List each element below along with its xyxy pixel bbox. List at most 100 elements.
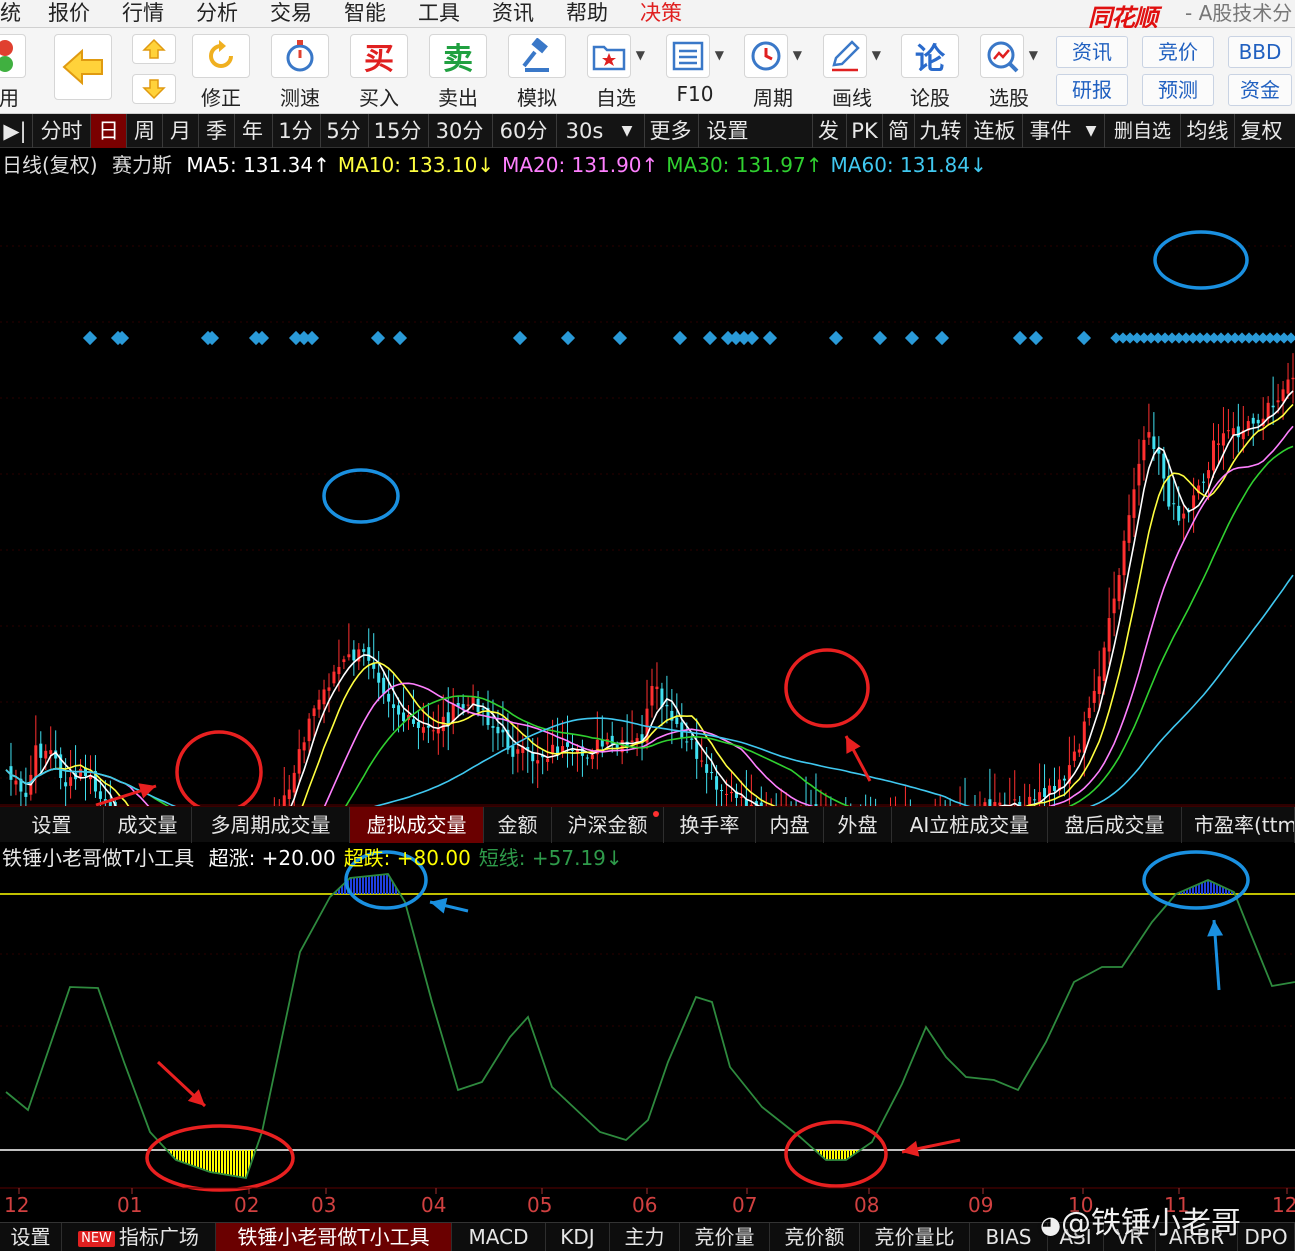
bottomtab-dpo[interactable]: DPO bbox=[1238, 1223, 1295, 1251]
toolbar-apps-button[interactable]: 用 bbox=[0, 32, 30, 110]
bidding-button[interactable]: 竞价 bbox=[1142, 36, 1214, 68]
period-month[interactable]: 月 bbox=[162, 114, 198, 148]
period-15min[interactable]: 15分 bbox=[368, 114, 426, 148]
period-1min[interactable]: 1分 bbox=[272, 114, 318, 148]
menu-bar: 统 报价 行情 分析 交易 智能 工具 资讯 帮助 决策 同花顺 - A股技术分 bbox=[0, 0, 1295, 32]
candle-body bbox=[685, 741, 689, 743]
subtab-multi-period-volume[interactable]: 多周期成交量 bbox=[192, 807, 350, 843]
period-more[interactable]: 更多 bbox=[644, 114, 696, 148]
toolbar-buy-button[interactable]: 买 买入 bbox=[346, 32, 412, 110]
bottomtab-settings[interactable]: 设置 bbox=[0, 1223, 62, 1251]
tool-limit-up[interactable]: 连板 bbox=[966, 114, 1022, 148]
chevron-down-icon[interactable]: ▼ bbox=[1078, 114, 1104, 148]
period-settings[interactable]: 设置 bbox=[698, 114, 756, 148]
forecast-button[interactable]: 预测 bbox=[1142, 74, 1214, 106]
red-circle-annotation bbox=[175, 730, 263, 806]
bottomtab-auction-volume[interactable]: 竞价量 bbox=[680, 1223, 770, 1251]
chevron-down-icon[interactable]: ▼ bbox=[715, 48, 724, 62]
tool-events[interactable]: 事件 bbox=[1022, 114, 1078, 148]
candle-body bbox=[1102, 647, 1106, 682]
chevron-down-icon[interactable]: ▼ bbox=[612, 114, 642, 148]
menu-system[interactable]: 统 bbox=[0, 0, 21, 28]
candle-body bbox=[1122, 540, 1126, 576]
period-60min[interactable]: 60分 bbox=[492, 114, 554, 148]
tool-pk[interactable]: PK bbox=[846, 114, 882, 148]
period-30s[interactable]: 30s bbox=[556, 114, 612, 148]
period-day[interactable]: 日 bbox=[90, 114, 126, 148]
subtab-outer[interactable]: 外盘 bbox=[824, 807, 892, 843]
indicator-chart[interactable]: 12 01 02 03 04 05 06 07 08 09 10 11 12 bbox=[0, 842, 1295, 1222]
subtab-inner[interactable]: 内盘 bbox=[756, 807, 824, 843]
candle-body bbox=[720, 790, 724, 792]
menu-help[interactable]: 帮助 bbox=[566, 0, 608, 28]
candle-body bbox=[491, 726, 495, 728]
subtab-amount[interactable]: 金额 bbox=[484, 807, 552, 843]
bottomtab-auction-amount[interactable]: 竞价额 bbox=[770, 1223, 860, 1251]
toolbar-back-button[interactable] bbox=[50, 32, 118, 110]
expand-panel-icon[interactable]: ▶| bbox=[0, 114, 30, 148]
period-week[interactable]: 周 bbox=[126, 114, 162, 148]
bottomtab-kdj[interactable]: KDJ bbox=[546, 1223, 610, 1251]
news-button[interactable]: 资讯 bbox=[1056, 36, 1128, 68]
tool-adjust[interactable]: 复权 bbox=[1234, 114, 1288, 148]
menu-market[interactable]: 行情 bbox=[122, 0, 164, 28]
tool-nine-turn[interactable]: 九转 bbox=[914, 114, 966, 148]
toolbar-simulate-button[interactable]: 模拟 bbox=[504, 32, 570, 110]
toolbar-label: 选股 bbox=[989, 86, 1029, 110]
research-button[interactable]: 研报 bbox=[1056, 74, 1128, 106]
toolbar-f10-button[interactable]: ▼ F10 bbox=[662, 32, 728, 110]
bottomtab-bias[interactable]: BIAS bbox=[970, 1223, 1048, 1251]
bbd-button[interactable]: BBD bbox=[1228, 36, 1292, 68]
menu-trade[interactable]: 交易 bbox=[270, 0, 312, 28]
toolbar-sell-button[interactable]: 卖 卖出 bbox=[425, 32, 491, 110]
chevron-down-icon[interactable]: ▼ bbox=[1029, 48, 1038, 62]
period-year[interactable]: 年 bbox=[234, 114, 270, 148]
menu-quote[interactable]: 报价 bbox=[48, 0, 90, 28]
menu-tools[interactable]: 工具 bbox=[418, 0, 460, 28]
subtab-volume[interactable]: 成交量 bbox=[104, 807, 192, 843]
toolbar-draw-button[interactable]: ▼ 画线 bbox=[819, 32, 885, 110]
candle-body bbox=[282, 795, 286, 806]
period-5min[interactable]: 5分 bbox=[320, 114, 366, 148]
chevron-down-icon[interactable]: ▼ bbox=[636, 48, 645, 62]
bottomtab-indicator-square[interactable]: NEW 指标广场 bbox=[62, 1223, 216, 1251]
fund-button[interactable]: 资金 bbox=[1228, 74, 1292, 106]
subtab-settings[interactable]: 设置 bbox=[0, 807, 104, 843]
toolbar-stockpick-button[interactable]: ▼ 选股 bbox=[976, 32, 1042, 110]
candle-body bbox=[1127, 515, 1131, 543]
subtab-pe-ttm[interactable]: 市盈率(ttm bbox=[1182, 807, 1295, 843]
menu-smart[interactable]: 智能 bbox=[344, 0, 386, 28]
period-intraday[interactable]: 分时 bbox=[32, 114, 90, 148]
period-30min[interactable]: 30分 bbox=[428, 114, 490, 148]
toolbar-watchlist-button[interactable]: ▼ 自选 bbox=[583, 32, 649, 110]
menu-decision[interactable]: 决策 bbox=[640, 0, 682, 28]
toolbar-period-button[interactable]: ▼ 周期 bbox=[740, 32, 806, 110]
tool-ma-lines[interactable]: 均线 bbox=[1180, 114, 1234, 148]
candle-body bbox=[431, 730, 435, 732]
bottomtab-auction-ratio[interactable]: 竞价量比 bbox=[860, 1223, 970, 1251]
tool-publish[interactable]: 发 bbox=[812, 114, 844, 148]
chevron-down-icon[interactable]: ▼ bbox=[872, 48, 881, 62]
subtab-virtual-volume[interactable]: 虚拟成交量 bbox=[350, 807, 484, 843]
back-arrow-icon bbox=[54, 34, 112, 100]
chevron-down-icon[interactable]: ▼ bbox=[793, 48, 802, 62]
period-quarter[interactable]: 季 bbox=[198, 114, 234, 148]
toolbar-updown-button[interactable] bbox=[128, 32, 180, 110]
tool-remove-watchlist[interactable]: 删自选 bbox=[1104, 114, 1180, 148]
subtab-turnover[interactable]: 换手率 bbox=[664, 807, 756, 843]
subtab-ai-volume[interactable]: AI立桩成交量 bbox=[892, 807, 1048, 843]
subtab-sh-sz-amount[interactable]: 沪深金额 bbox=[552, 807, 664, 843]
toolbar-discuss-button[interactable]: 论 论股 bbox=[897, 32, 963, 110]
tool-simple[interactable]: 简 bbox=[882, 114, 914, 148]
toolbar-speedtest-button[interactable]: 测速 bbox=[267, 32, 333, 110]
menu-news[interactable]: 资讯 bbox=[492, 0, 534, 28]
indicator-values: 超涨: +20.00 超跌: +80.00 短线: +57.19↓ bbox=[201, 846, 623, 870]
ma-legend-item: MA5: 131.34↑ bbox=[186, 153, 330, 177]
bottomtab-macd[interactable]: MACD bbox=[452, 1223, 546, 1251]
bottomtab-main-force[interactable]: 主力 bbox=[610, 1223, 680, 1251]
kline-chart[interactable]: 54.27 bbox=[0, 148, 1295, 806]
menu-analysis[interactable]: 分析 bbox=[196, 0, 238, 28]
toolbar-fix-button[interactable]: 修正 bbox=[188, 32, 254, 110]
subtab-after-hours-volume[interactable]: 盘后成交量 bbox=[1048, 807, 1182, 843]
bottomtab-custom-indicator[interactable]: 铁锤小老哥做T小工具 bbox=[216, 1223, 452, 1251]
